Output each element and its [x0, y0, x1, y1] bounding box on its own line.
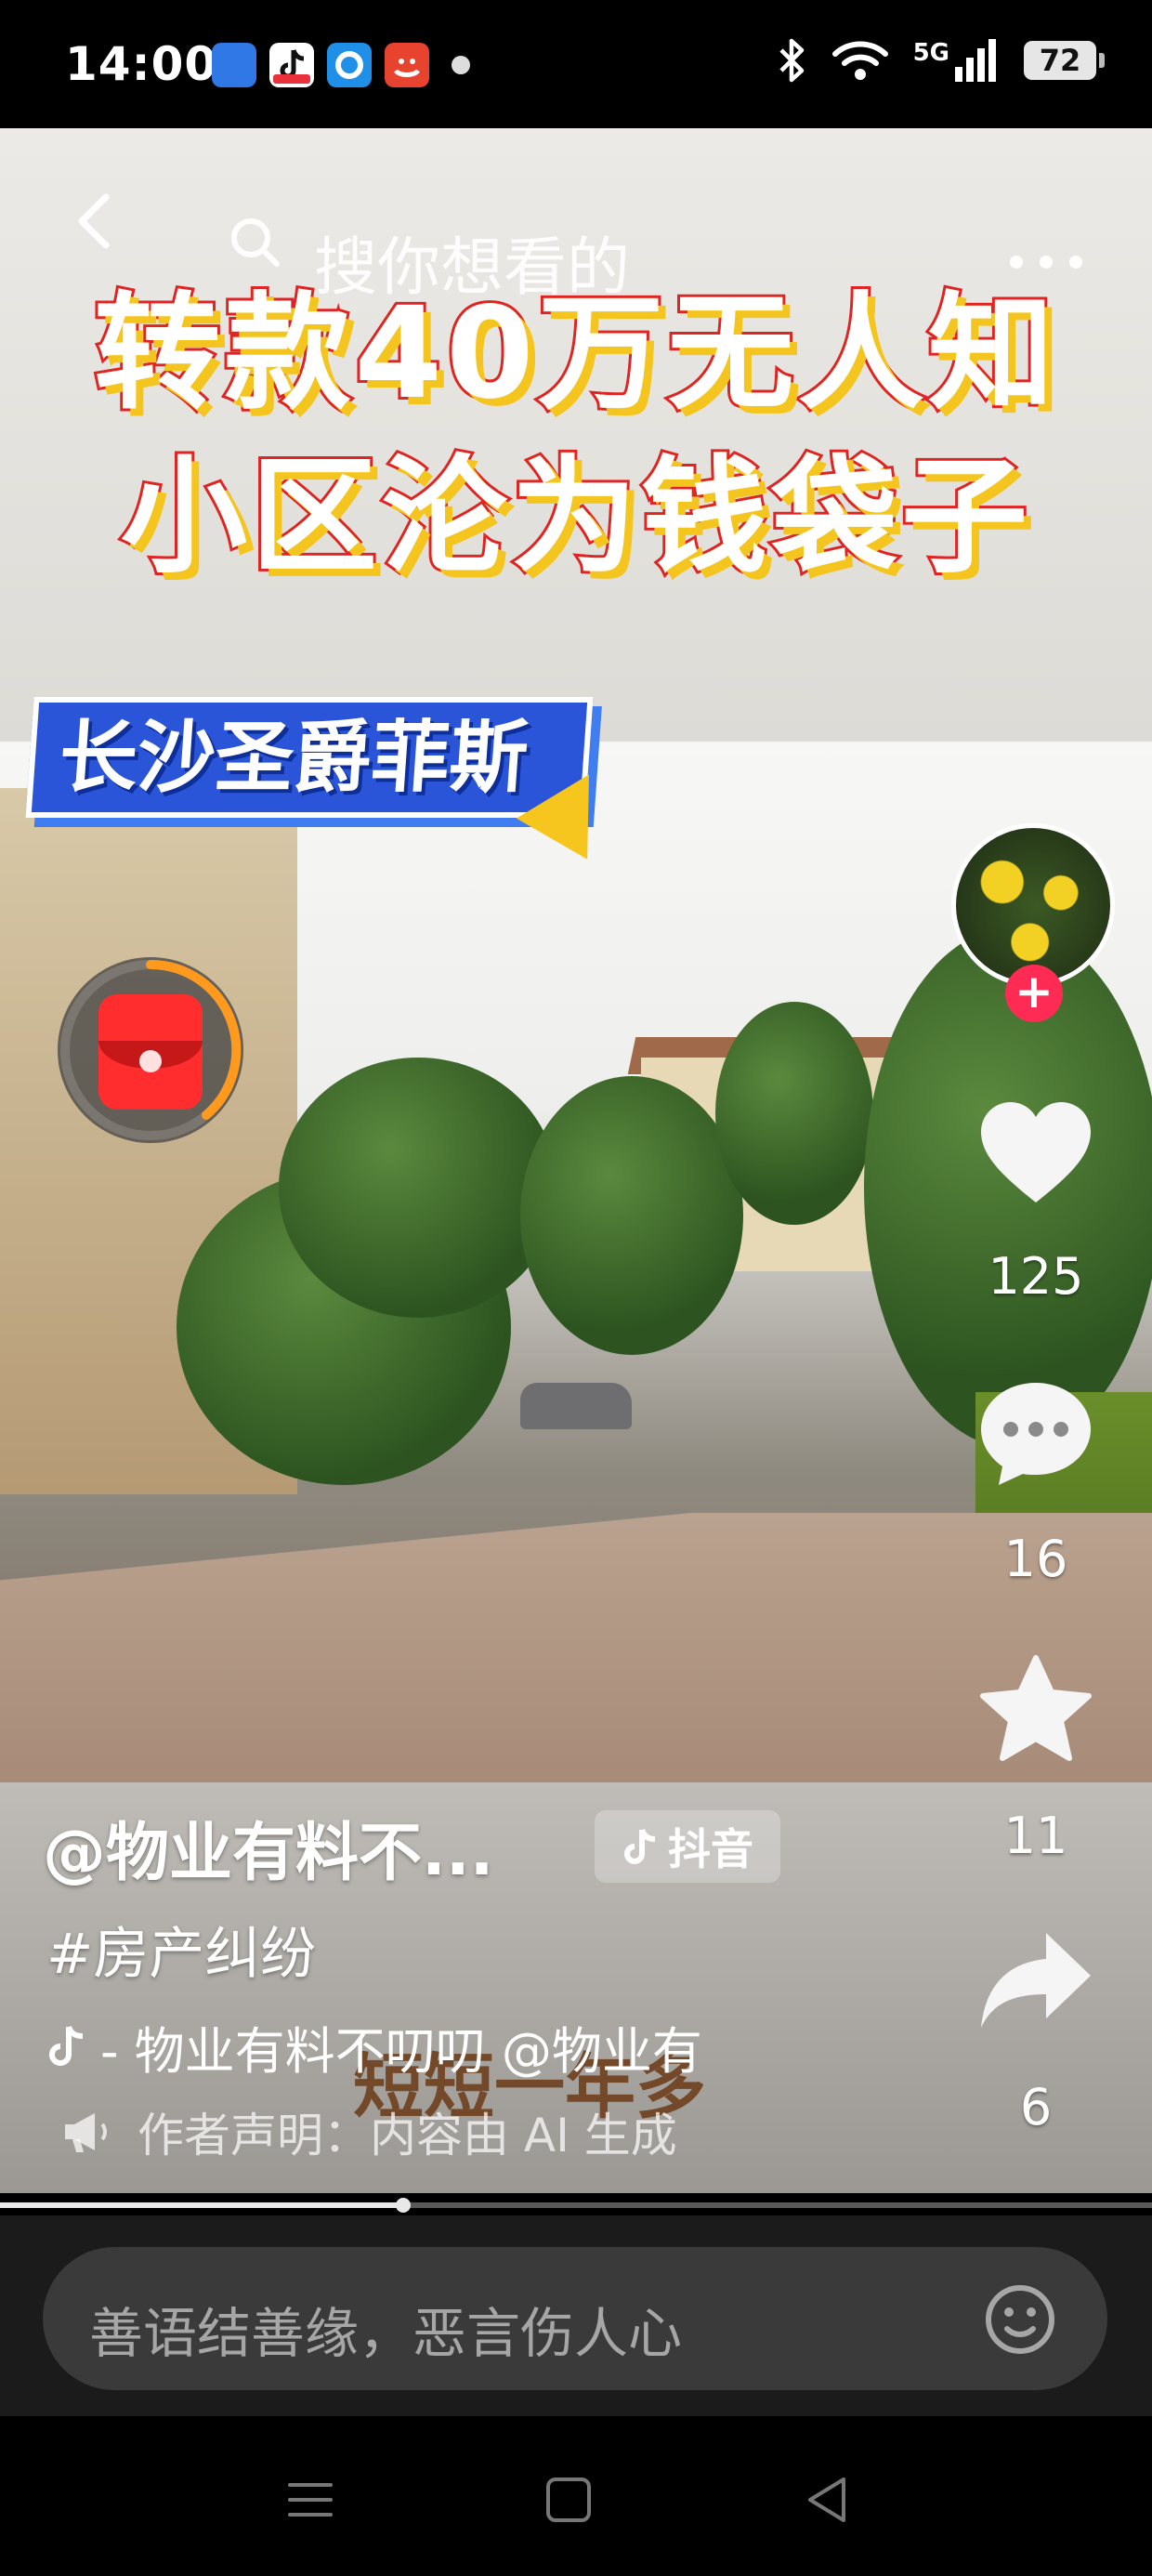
video-progress-bar[interactable]: [0, 2198, 1152, 2213]
follow-button[interactable]: +: [1005, 965, 1063, 1022]
douyin-app-icon: [269, 43, 314, 87]
hashtag-link[interactable]: #房产纠纷: [46, 1909, 316, 1990]
platform-badge[interactable]: 抖音: [595, 1810, 780, 1883]
system-navigation-bar: [0, 2416, 1152, 2576]
like-heart-icon[interactable]: [975, 1095, 1096, 1216]
network-type: 5G: [912, 39, 949, 67]
status-time: 14:00: [65, 37, 218, 91]
status-bar: 14:00 5G 72: [0, 0, 1152, 128]
shopping-app-icon: [385, 43, 429, 87]
battery-indicator: 72: [1024, 41, 1105, 80]
music-info[interactable]: - 物业有料不叨叨 @物业有: [46, 2009, 762, 2083]
red-packet-button[interactable]: [58, 957, 243, 1143]
favorite-count: 11: [1003, 1807, 1068, 1865]
comment-bar: 善语结善缘，恶言伤人心: [0, 2215, 1152, 2416]
location-tag-label: 长沙圣爵菲斯: [56, 712, 531, 803]
douyin-logo-icon: [624, 1828, 656, 1864]
more-notifications-dot: [452, 56, 470, 74]
stocks-app-icon: [212, 43, 256, 87]
comment-bubble-icon[interactable]: [975, 1373, 1096, 1494]
home-square-icon[interactable]: [541, 2472, 596, 2528]
video-progress-handle[interactable]: [396, 2198, 411, 2213]
comment-input[interactable]: 善语结善缘，恶言伤人心: [43, 2247, 1107, 2390]
signal-icon: [955, 39, 996, 82]
favorite-star-icon[interactable]: [975, 1652, 1096, 1773]
music-note-icon: [49, 2025, 84, 2066]
more-options-icon[interactable]: [1009, 255, 1083, 269]
megaphone-icon: [65, 2113, 107, 2152]
back-triangle-icon[interactable]: [801, 2472, 857, 2528]
music-title: - 物业有料不叨叨 @物业有: [100, 2021, 702, 2081]
wifi-icon: [831, 41, 888, 80]
comment-count: 16: [1003, 1530, 1068, 1588]
ai-disclosure-text: 作者声明：内容由 AI 生成: [137, 2109, 677, 2162]
emoji-icon[interactable]: [983, 2282, 1057, 2357]
headline-line-2: 小区沦为钱袋子: [118, 441, 1031, 594]
like-count: 125: [988, 1247, 1084, 1306]
top-navigation: 搜你想看的: [0, 173, 1152, 305]
notification-icons: [212, 43, 470, 87]
video-progress-fill: [0, 2202, 403, 2208]
status-indicators: 5G 72: [776, 37, 1105, 84]
location-tag: 长沙圣爵菲斯: [25, 697, 594, 818]
video-headline: 转款40万无人知 小区沦为钱袋子: [0, 272, 1152, 599]
browser-app-icon: [327, 43, 372, 87]
back-arrow-icon[interactable]: [69, 193, 124, 249]
bluetooth-icon: [779, 38, 804, 83]
author-avatar[interactable]: [951, 823, 1115, 987]
search-input[interactable]: 搜你想看的: [314, 216, 630, 308]
video-player[interactable]: 转款40万无人知 小区沦为钱袋子 长沙圣爵菲斯 搜你想看的 + 125 16 1…: [0, 128, 1152, 2193]
share-arrow-icon[interactable]: [975, 1922, 1096, 2043]
share-count: 6: [1019, 2078, 1053, 2136]
comment-placeholder: 善语结善缘，恶言伤人心: [89, 2302, 683, 2365]
author-name[interactable]: @物业有料不...: [43, 1801, 494, 1893]
ai-disclosure: 作者声明：内容由 AI 生成: [61, 2098, 677, 2165]
platform-badge-label: 抖音: [668, 1824, 753, 1874]
menu-icon[interactable]: [282, 2472, 338, 2528]
search-icon[interactable]: [227, 214, 282, 269]
